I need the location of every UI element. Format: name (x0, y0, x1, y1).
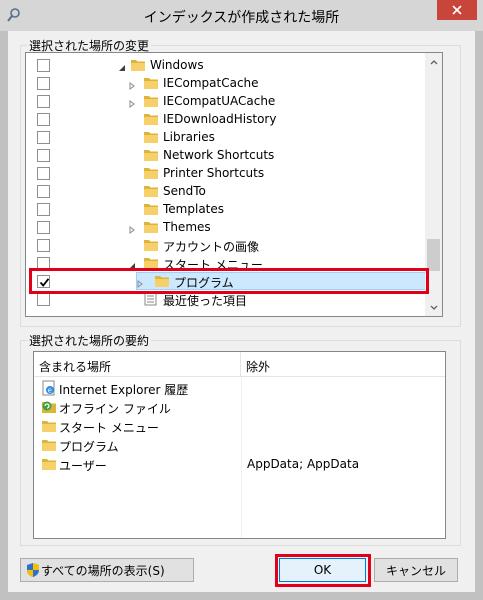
summary-list-header: 含まれる場所 除外 (34, 352, 445, 377)
scroll-up-button[interactable] (425, 53, 442, 70)
tree-row-label: Windows (150, 58, 204, 72)
svg-text:e: e (48, 387, 52, 395)
recent-items-icon (143, 292, 159, 306)
scroll-thumb[interactable] (427, 239, 440, 271)
tree-checkbox[interactable] (37, 77, 50, 90)
tree-row-label: Network Shortcuts (163, 148, 275, 162)
offline-files-icon (41, 399, 57, 415)
tree-row-label: Themes (163, 220, 211, 234)
expand-triangle-icon[interactable] (128, 97, 136, 108)
tree-checkbox[interactable] (37, 185, 50, 198)
tree-checkbox[interactable] (37, 293, 50, 306)
tree-checkbox[interactable] (37, 131, 50, 144)
chevron-down-icon (430, 305, 437, 310)
expand-triangle-icon[interactable] (128, 223, 136, 234)
column-header-excluded[interactable]: 除外 (241, 352, 445, 377)
tree-row-label: Printer Shortcuts (163, 166, 265, 180)
tree-checkbox[interactable] (37, 167, 50, 180)
shield-icon (27, 563, 39, 577)
tree-checkbox[interactable] (37, 221, 50, 234)
window-title: インデックスが作成された場所 (143, 10, 340, 26)
tree-row-label: アカウントの画像 (163, 240, 260, 254)
tree-row[interactable]: Libraries (26, 128, 426, 146)
summary-row[interactable]: スタート メニュー (34, 416, 445, 435)
expand-triangle-icon[interactable] (128, 79, 136, 90)
summary-row[interactable]: オフライン ファイル (34, 397, 445, 416)
tree-row[interactable]: IEDownloadHistory (26, 110, 426, 128)
summary-row[interactable]: ユーザー AppData; AppData (34, 454, 445, 473)
scroll-down-button[interactable] (425, 299, 442, 316)
show-all-label: すべての場所の表示(S) (41, 563, 165, 578)
collapse-triangle-icon[interactable] (118, 61, 126, 71)
close-icon (452, 5, 462, 15)
summary-row[interactable]: e Internet Explorer 履歴 (34, 378, 445, 397)
tree-row[interactable]: アカウントの画像 (26, 236, 426, 254)
collapse-triangle-icon[interactable] (128, 259, 136, 269)
tree-row[interactable]: Themes (26, 218, 426, 236)
folder-icon (143, 220, 159, 234)
tree-checkbox[interactable] (37, 203, 50, 216)
tree-checkbox[interactable] (37, 149, 50, 162)
tree-checkbox[interactable] (37, 59, 50, 72)
selected-row-highlight (29, 268, 429, 294)
column-header-included[interactable]: 含まれる場所 (34, 352, 241, 377)
summary-list[interactable]: 含まれる場所 除外 e Internet Explorer 履歴 オフライン ファイ… (33, 351, 446, 539)
folder-icon (41, 456, 57, 472)
folder-icon (143, 148, 159, 162)
cancel-label: キャンセル (385, 563, 446, 578)
tree-checkbox[interactable] (37, 95, 50, 108)
tree-checkbox[interactable] (37, 113, 50, 126)
show-all-locations-button[interactable]: すべての場所の表示(S) (20, 558, 194, 582)
summary-row[interactable]: プログラム (34, 435, 445, 454)
tree-row[interactable]: Templates (26, 200, 426, 218)
included-location-name: Internet Explorer 履歴 (59, 383, 189, 397)
tree-row-label: Templates (163, 202, 225, 216)
included-location-name: プログラム (59, 440, 119, 454)
tree-row-label: 最近使った項目 (163, 294, 248, 308)
folder-icon (41, 437, 57, 453)
included-location-name: ユーザー (59, 459, 107, 473)
folder-icon (143, 184, 159, 198)
folder-icon (130, 58, 146, 72)
chevron-up-icon (430, 59, 437, 64)
included-location-name: オフライン ファイル (59, 402, 171, 416)
folder-icon (143, 166, 159, 180)
close-button[interactable] (437, 0, 477, 20)
included-location-name: スタート メニュー (59, 421, 159, 435)
folder-icon (41, 418, 57, 434)
tree-row[interactable]: Printer Shortcuts (26, 164, 426, 182)
folder-icon (143, 76, 159, 90)
summary-label: 選択された場所の要約 (27, 332, 152, 349)
folder-icon (143, 94, 159, 108)
ok-button-highlight (275, 554, 371, 587)
tree-checkbox[interactable] (37, 239, 50, 252)
folder-icon (143, 130, 159, 144)
title-bar: インデックスが作成された場所 (0, 0, 483, 31)
cancel-button[interactable]: キャンセル (374, 558, 458, 582)
folder-icon (143, 112, 159, 126)
tree-row-label: SendTo (163, 184, 206, 198)
folder-icon (143, 238, 159, 252)
excluded-value: AppData; AppData (247, 457, 360, 471)
tree-row[interactable]: Network Shortcuts (26, 146, 426, 164)
tree-row-label: IECompatUACache (163, 94, 276, 108)
tree-row[interactable]: SendTo (26, 182, 426, 200)
tree-row-label: Libraries (163, 130, 215, 144)
tree-row[interactable]: Windows (26, 56, 426, 74)
tree-row[interactable]: IECompatCache (26, 74, 426, 92)
internet-explorer-icon: e (41, 380, 57, 396)
folder-icon (143, 202, 159, 216)
tree-row[interactable]: IECompatUACache (26, 92, 426, 110)
tree-row-label: IEDownloadHistory (163, 112, 277, 126)
tree-row-label: IECompatCache (163, 76, 259, 90)
